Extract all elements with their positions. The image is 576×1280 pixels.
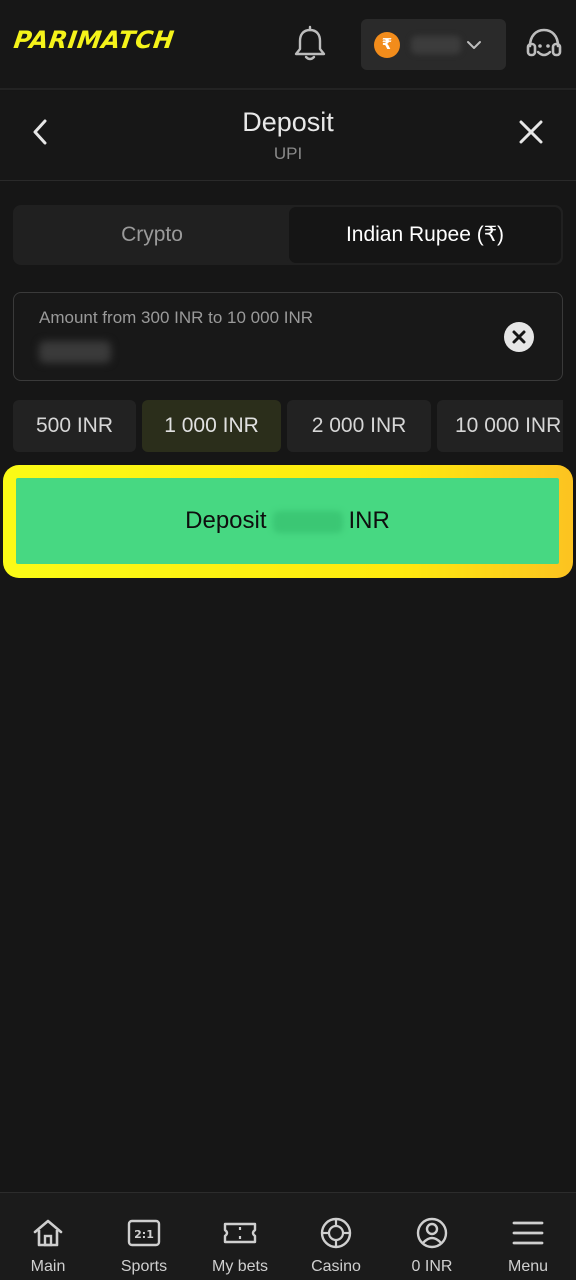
rupee-coin-icon: ₹: [374, 32, 400, 58]
nav-casino-label: Casino: [311, 1258, 361, 1275]
ticket-icon: [223, 1222, 257, 1244]
clear-input-icon[interactable]: [504, 322, 534, 352]
deposit-button-highlight: Deposit INR: [3, 465, 573, 578]
nav-my-bets-label: My bets: [211, 1258, 268, 1275]
home-icon: [33, 1219, 63, 1247]
preset-1000-button[interactable]: 1 000 INR: [142, 400, 281, 452]
account-icon: [416, 1217, 448, 1249]
nav-account[interactable]: 0 INR: [384, 1193, 480, 1280]
tab-crypto[interactable]: Crypto: [15, 207, 289, 263]
nav-menu[interactable]: Menu: [480, 1193, 576, 1280]
preset-10000-button[interactable]: 10 000 INR: [437, 400, 563, 452]
svg-text:2:1: 2:1: [134, 1228, 154, 1241]
balance-amount-hidden: [411, 36, 461, 54]
balance-dropdown[interactable]: ₹: [361, 19, 506, 70]
preset-2000-button[interactable]: 2 000 INR: [287, 400, 431, 452]
deposit-amount-hidden: [272, 510, 343, 533]
casino-chip-icon: [320, 1217, 352, 1249]
nav-sports-label: Sports: [120, 1258, 168, 1275]
deposit-button[interactable]: Deposit INR: [16, 478, 559, 564]
deposit-button-prefix: Deposit: [185, 507, 267, 534]
sports-odds-icon: 2:1: [127, 1219, 161, 1247]
nav-my-bets[interactable]: My bets: [192, 1193, 288, 1280]
payment-method-subtitle: UPI: [273, 144, 303, 163]
preset-amounts: 500 INR 1 000 INR 2 000 INR 10 000 INR: [13, 400, 563, 452]
top-header: PARIMATCH ₹: [0, 0, 576, 90]
menu-icon: [512, 1221, 544, 1245]
nav-menu-label: Menu: [507, 1258, 549, 1275]
nav-account-balance: 0 INR: [411, 1258, 453, 1275]
currency-tabs: Crypto Indian Rupee (₹): [13, 205, 563, 265]
amount-value-hidden: [39, 341, 111, 363]
nav-main-label: Main: [30, 1258, 66, 1275]
parimatch-logo[interactable]: PARIMATCH: [12, 26, 176, 54]
close-icon[interactable]: [517, 118, 545, 146]
page-title: Deposit: [242, 107, 334, 137]
bottom-nav: Main 2:1 Sports My bets Casino 0 INR Men…: [0, 1192, 576, 1280]
deposit-button-currency: INR: [348, 507, 390, 534]
preset-500-button[interactable]: 500 INR: [13, 400, 136, 452]
support-headset-icon[interactable]: [524, 24, 564, 64]
nav-main[interactable]: Main: [0, 1193, 96, 1280]
chevron-down-icon: [465, 36, 483, 54]
nav-casino[interactable]: Casino: [288, 1193, 384, 1280]
notifications-bell-icon[interactable]: [290, 24, 330, 64]
deposit-header: Deposit UPI: [0, 91, 576, 181]
nav-sports[interactable]: 2:1 Sports: [96, 1193, 192, 1280]
tab-indian-rupee[interactable]: Indian Rupee (₹): [289, 207, 561, 263]
amount-field-label: Amount from 300 INR to 10 000 INR: [39, 308, 314, 327]
amount-input[interactable]: Amount from 300 INR to 10 000 INR: [13, 292, 563, 381]
